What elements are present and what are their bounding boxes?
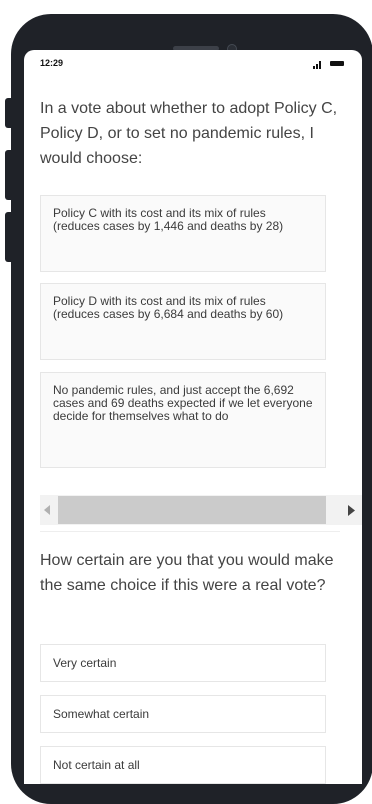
- option-very-certain[interactable]: Very certain: [40, 644, 326, 682]
- horizontal-scrollbar[interactable]: [40, 495, 362, 525]
- side-button-volume-down: [5, 212, 11, 262]
- phone-screen: 12:29 In a vote about whether to adopt P…: [24, 50, 362, 784]
- option-policy-d[interactable]: Policy D with its cost and its mix of ru…: [40, 283, 326, 360]
- scroll-left-icon[interactable]: [40, 495, 54, 525]
- scrollbar-thumb[interactable]: [58, 496, 326, 524]
- signal-icon: [313, 61, 323, 69]
- status-bar: 12:29: [24, 50, 362, 80]
- option-no-rules[interactable]: No pandemic rules, and just accept the 6…: [40, 372, 326, 468]
- option-somewhat-certain[interactable]: Somewhat certain: [40, 695, 326, 733]
- section-divider: [40, 531, 340, 532]
- question-1-prompt: In a vote about whether to adopt Policy …: [40, 100, 338, 167]
- scroll-right-icon[interactable]: [340, 495, 362, 525]
- option-policy-c[interactable]: Policy C with its cost and its mix of ru…: [40, 195, 326, 272]
- question-2-prompt: How certain are you that you would make …: [40, 552, 334, 594]
- side-button-silent: [5, 98, 11, 128]
- side-button-volume-up: [5, 150, 11, 200]
- battery-icon: [330, 61, 344, 66]
- status-time: 12:29: [40, 58, 64, 68]
- option-not-certain[interactable]: Not certain at all: [40, 746, 326, 784]
